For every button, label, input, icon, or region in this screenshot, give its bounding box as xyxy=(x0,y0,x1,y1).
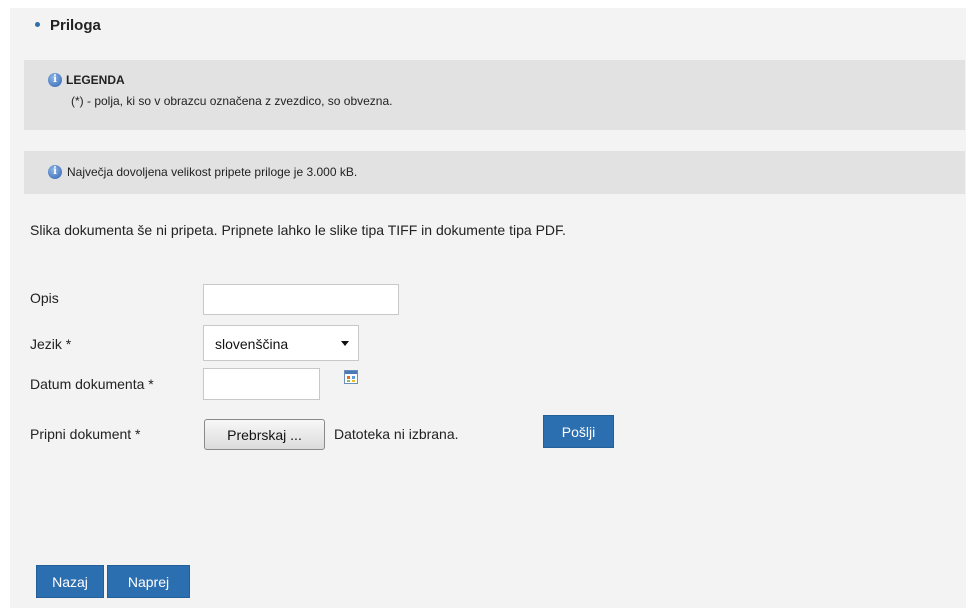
section-title-text: Priloga xyxy=(50,17,101,34)
legend-text: (*) - polja, ki so v obrazcu označena z … xyxy=(71,94,393,108)
jezik-selected-value: slovenščina xyxy=(215,336,289,352)
send-button[interactable]: Pošlji xyxy=(543,415,614,448)
back-button[interactable]: Nazaj xyxy=(36,565,104,598)
datum-label: Datum dokumenta * xyxy=(30,376,154,392)
next-button[interactable]: Naprej xyxy=(107,565,190,598)
legend-title: i LEGENDA xyxy=(48,72,125,88)
size-info: i Največja dovoljena velikost pripete pri… xyxy=(48,164,358,180)
file-status: Datoteka ni izbrana. xyxy=(334,426,459,442)
attachment-notice: Slika dokumenta še ni pripeta. Pripnete … xyxy=(30,222,566,238)
pripni-label: Pripni dokument * xyxy=(30,426,141,442)
browse-button[interactable]: Prebrskaj ... xyxy=(204,419,325,450)
opis-input[interactable] xyxy=(203,284,399,315)
section-title: Priloga xyxy=(35,17,101,34)
chevron-down-icon xyxy=(341,341,349,346)
calendar-icon[interactable] xyxy=(344,370,358,384)
jezik-select[interactable]: slovenščina xyxy=(203,325,359,361)
datum-input[interactable] xyxy=(203,368,320,400)
size-info-box: i Največja dovoljena velikost pripete pri… xyxy=(24,151,965,194)
attachment-panel: Priloga i LEGENDA (*) - polja, ki so v ob… xyxy=(10,8,966,608)
info-icon: i xyxy=(48,72,62,87)
legend-box: i LEGENDA (*) - polja, ki so v obrazcu oz… xyxy=(24,60,965,130)
opis-label: Opis xyxy=(30,290,59,306)
jezik-label: Jezik * xyxy=(30,336,72,352)
info-icon: i xyxy=(48,164,62,179)
legend-title-text: LEGENDA xyxy=(66,73,125,87)
bullet-icon xyxy=(35,21,40,27)
size-info-text: Največja dovoljena velikost pripete pril… xyxy=(67,165,358,179)
